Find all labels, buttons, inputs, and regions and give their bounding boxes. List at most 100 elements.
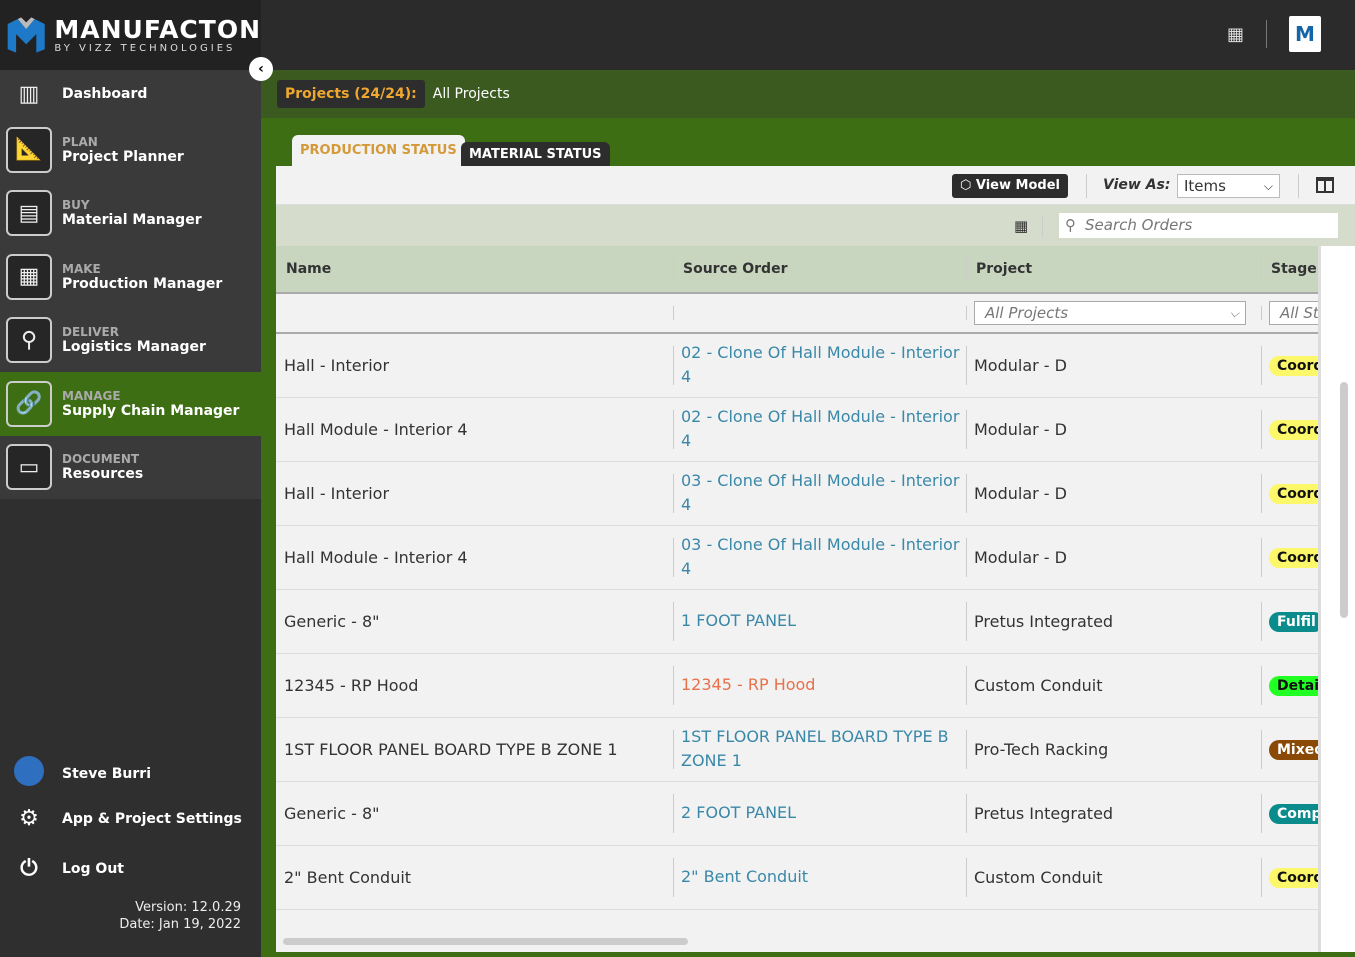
filter-cell	[673, 293, 966, 334]
sidebar-section-label: MAKE	[62, 261, 101, 276]
cube-icon: ⬡	[960, 178, 976, 193]
brand-name: MANUFACTON	[54, 14, 261, 44]
source-order-link[interactable]: 2" Bent Conduit	[673, 845, 966, 910]
table-row[interactable]: Generic - 8" 1 FOOT PANEL Pretus Integra…	[276, 589, 1320, 654]
user-name: Steve Burri	[62, 766, 152, 782]
archive-icon: ▭	[6, 444, 52, 491]
table-row[interactable]: Hall - Interior 03 - Clone Of Hall Modul…	[276, 461, 1320, 526]
column-header-source-order[interactable]: Source Order	[673, 246, 966, 294]
view-as-select[interactable]: Items ⌵	[1177, 174, 1280, 198]
source-order-link[interactable]: 1ST FLOOR PANEL BOARD TYPE B ZONE 1	[673, 717, 966, 782]
project-filter-select[interactable]: All Projects ⌵	[974, 301, 1246, 325]
divider	[1042, 215, 1043, 237]
source-order-link[interactable]: 02 - Clone Of Hall Module - Interior 4	[673, 397, 966, 462]
divider	[1266, 20, 1267, 48]
stage-cell: Coord	[1261, 397, 1320, 462]
sidebar-item-label: Logistics Manager	[62, 339, 206, 356]
planner-icon: 📐	[6, 126, 52, 173]
app-logo-icon[interactable]: M	[1289, 16, 1321, 52]
sidebar-section-label: BUY	[62, 198, 90, 213]
stage-badge: Fulfil	[1269, 611, 1320, 632]
column-header-stage[interactable]: Stage	[1261, 246, 1320, 294]
table-row[interactable]: Hall - Interior 02 - Clone Of Hall Modul…	[276, 333, 1320, 398]
power-icon: ⏻	[20, 856, 38, 881]
stage-cell: Detai	[1261, 653, 1320, 718]
table-row[interactable]: Hall Module - Interior 4 03 - Clone Of H…	[276, 525, 1320, 590]
horizontal-scrollbar-thumb[interactable]	[283, 938, 688, 945]
sidebar-section-label: DELIVER	[62, 325, 119, 340]
source-order-link[interactable]: 12345 - RP Hood	[673, 653, 966, 718]
orders-panel: ⬡ View Model View As: Items ⌵ ▦ ⚲ Search O…	[276, 166, 1355, 952]
stage-cell: Mixed	[1261, 717, 1320, 782]
source-order-link[interactable]: 03 - Clone Of Hall Module - Interior 4	[673, 525, 966, 590]
name-cell: Generic - 8"	[276, 781, 673, 846]
sidebar-item-label: Production Manager	[62, 275, 223, 292]
project-cell: Pro-Tech Racking	[966, 717, 1261, 782]
table-row[interactable]: 12345 - RP Hood 12345 - RP Hood Custom C…	[276, 653, 1320, 718]
stage-badge: Coord	[1269, 867, 1320, 888]
project-cell: Modular - D	[966, 333, 1261, 398]
sidebar-item-resources[interactable]: ▭ DOCUMENT Resources	[0, 435, 261, 499]
column-header-name[interactable]: Name	[276, 246, 673, 294]
source-order-link[interactable]: 2 FOOT PANEL	[673, 781, 966, 846]
table-row[interactable]: 1ST FLOOR PANEL BOARD TYPE B ZONE 1 1ST …	[276, 717, 1320, 782]
sidebar-item-dashboard[interactable]: ▥ Dashboard	[0, 70, 261, 118]
sidebar-item-project-planner[interactable]: 📐 PLAN Project Planner	[0, 118, 261, 182]
project-cell: Modular - D	[966, 461, 1261, 526]
source-order-link[interactable]: 02 - Clone Of Hall Module - Interior 4	[673, 333, 966, 398]
stage-badge: Detai	[1269, 675, 1320, 696]
avatar	[12, 756, 46, 792]
user-profile[interactable]: Steve Burri	[12, 756, 151, 792]
view-as-value: Items	[1184, 177, 1226, 195]
stage-filter-value: All St	[1280, 304, 1319, 322]
sidebar-item-label: Supply Chain Manager	[62, 402, 240, 419]
sidebar-item-logistics-manager[interactable]: ⚲ DELIVER Logistics Manager	[0, 308, 261, 372]
stage-cell: Fulfil	[1261, 589, 1320, 654]
sidebar-section-label: MANAGE	[62, 388, 121, 403]
name-cell: Hall - Interior	[276, 333, 673, 398]
project-filter-cell: All Projects ⌵	[966, 293, 1261, 334]
name-cell: Hall - Interior	[276, 461, 673, 526]
sidebar: MANUFACTON BY VIZZ TECHNOLOGIES ▥ Dashboar…	[0, 0, 261, 957]
collapse-sidebar-button[interactable]: ‹	[249, 57, 273, 81]
sidebar-item-supply-chain-manager[interactable]: 🔗 MANAGE Supply Chain Manager	[0, 372, 261, 436]
export-icon[interactable]: ▦	[1014, 217, 1028, 235]
search-icon: ⚲	[1065, 216, 1076, 234]
divider	[1298, 174, 1299, 198]
columns-icon[interactable]	[1316, 177, 1334, 193]
tab-material-status[interactable]: MATERIAL STATUS	[461, 142, 610, 166]
sidebar-item-label: Material Manager	[62, 212, 202, 229]
version-text: Version: 12.0.29	[135, 900, 241, 915]
settings-link[interactable]: ⚙ App & Project Settings	[12, 806, 242, 831]
logout-link[interactable]: ⏻ Log Out	[12, 856, 124, 881]
project-cell: Modular - D	[966, 525, 1261, 590]
source-order-link[interactable]: 1 FOOT PANEL	[673, 589, 966, 654]
table-row[interactable]: 2" Bent Conduit 2" Bent Conduit Custom C…	[276, 845, 1320, 910]
map-pin-icon: ⚲	[6, 317, 52, 364]
sidebar-item-label: Resources	[62, 466, 144, 483]
table-row[interactable]: Generic - 8" 2 FOOT PANEL Pretus Integra…	[276, 781, 1320, 846]
stage-badge: Mixed	[1269, 739, 1320, 760]
source-order-link[interactable]: 03 - Clone Of Hall Module - Interior 4	[673, 461, 966, 526]
name-cell: 2" Bent Conduit	[276, 845, 673, 910]
sidebar-item-material-manager[interactable]: ▤ BUY Material Manager	[0, 181, 261, 245]
sidebar-item-label: Project Planner	[62, 148, 184, 165]
qr-code-icon[interactable]: ▦	[1227, 24, 1249, 46]
material-icon: ▤	[6, 190, 52, 237]
stage-badge: Coord	[1269, 483, 1320, 504]
table-row[interactable]: Hall Module - Interior 4 02 - Clone Of H…	[276, 397, 1320, 462]
tab-production-status[interactable]: PRODUCTION STATUS	[292, 135, 465, 166]
logout-label: Log Out	[62, 860, 124, 877]
view-model-button[interactable]: ⬡ View Model	[952, 174, 1068, 198]
factory-icon: ▦	[6, 253, 52, 300]
sidebar-item-production-manager[interactable]: ▦ MAKE Production Manager	[0, 245, 261, 309]
search-input[interactable]: ⚲ Search Orders	[1059, 213, 1338, 238]
vertical-scrollbar-thumb[interactable]	[1340, 382, 1348, 618]
chevron-down-icon: ⌵	[1263, 179, 1273, 193]
projects-selector[interactable]: Projects (24/24):	[277, 80, 425, 108]
stage-cell: Comp	[1261, 781, 1320, 846]
vertical-scrollbar-track[interactable]	[1318, 246, 1355, 952]
column-header-project[interactable]: Project	[966, 246, 1261, 294]
stage-filter-select[interactable]: All St	[1269, 301, 1320, 325]
toolbar: ⬡ View Model View As: Items ⌵	[276, 166, 1355, 205]
